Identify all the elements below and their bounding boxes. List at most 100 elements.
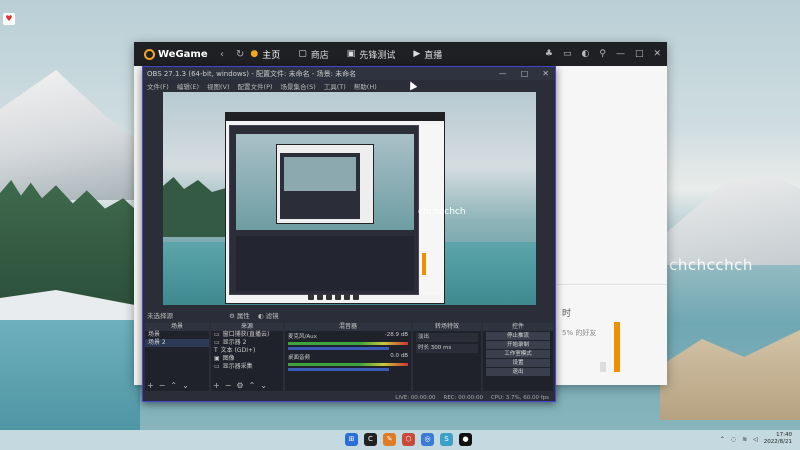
menu-file[interactable]: 文件(F) (147, 81, 169, 91)
duration-field[interactable]: 时长 300 ms (416, 344, 478, 353)
nested-titlebar (226, 113, 444, 121)
image-icon: ▣ (214, 355, 220, 362)
menu-edit[interactable]: 编辑(E) (177, 81, 199, 91)
side-chart-bar-gray (600, 362, 606, 372)
wifi-icon[interactable]: ≋ (742, 436, 747, 443)
transitions-header: 转场特效 (413, 323, 481, 331)
desktop-wallpaper-mountain-right (660, 175, 800, 265)
side-stat-sub: 5% 的好友 (562, 329, 597, 337)
stop-streaming-button[interactable]: 停止推流 (486, 332, 550, 340)
mixer-channel-name: 麦克风/Aux (288, 334, 317, 340)
editor-taskbar-icon[interactable]: ✎ (383, 433, 396, 446)
volume-slider[interactable] (288, 368, 389, 371)
side-stat-title: 时 (562, 309, 572, 319)
source-item[interactable]: ▭ 显示器采集 (211, 363, 283, 371)
s-app-taskbar-icon[interactable]: S (440, 433, 453, 446)
obs-window: OBS 27.1.3 (64-bit, windows) - 配置文件: 未命名… (142, 66, 556, 402)
volume-meter (288, 363, 408, 366)
live-icon: ▶ (413, 49, 421, 59)
menu-profile[interactable]: 配置文件(P) (238, 81, 273, 91)
back-icon[interactable]: ‹ (220, 49, 224, 60)
obs-minimize-icon[interactable]: — (499, 69, 507, 78)
browser-taskbar-icon[interactable]: ◎ (421, 433, 434, 446)
tab-pioneer-test[interactable]: ▣ 先锋测试 (347, 42, 396, 66)
source-item[interactable]: ▣ 图像 (211, 355, 283, 363)
pioneer-icon: ▣ (346, 49, 356, 59)
wegame-logo[interactable]: WeGame (144, 48, 214, 60)
clock[interactable]: 17:40 2022/8/21 (764, 432, 792, 446)
source-label: 窗口捕获(直播云) (222, 331, 270, 338)
obs-docks: 场景 场景 场景 2 + − ⌃ ⌄ 来源 ▭ 窗口捕获(直播云) ▭ 显示器 2 T 文本… (145, 323, 553, 391)
gift-icon[interactable]: ♥ (3, 13, 15, 25)
obs-title: OBS 27.1.3 (64-bit, windows) - 配置文件: 未命名… (147, 69, 357, 78)
avatar-icon[interactable]: ◐ (581, 49, 589, 59)
source-item[interactable]: T 文本 (GDI+) (211, 347, 283, 355)
obs-close-icon[interactable]: ✕ (542, 69, 549, 78)
desktop-wallpaper-hills (660, 330, 800, 420)
monitor-icon: ▭ (214, 339, 220, 346)
menu-view[interactable]: 视图(V) (207, 81, 230, 91)
source-label: 图像 (222, 355, 235, 362)
mixer-channel-db: 0.0 dB (390, 353, 408, 359)
mixer-dock: 混音器 麦克风/Aux -28.9 dB 桌面音频 0.0 dB (285, 323, 411, 391)
obs-maximize-icon[interactable]: □ (521, 69, 529, 78)
network-icon[interactable]: ◌ (731, 436, 736, 443)
start-icon[interactable]: ⊞ (345, 433, 358, 446)
preview-taskbar-icon (325, 294, 332, 300)
menu-help[interactable]: 帮助(H) (354, 81, 377, 91)
chevron-up-icon[interactable]: ⌃ (720, 436, 725, 443)
volume-icon[interactable]: ◁ (753, 436, 758, 443)
tab-live[interactable]: ▶ 直播 (413, 42, 442, 66)
start-recording-button[interactable]: 开始录制 (486, 341, 550, 349)
source-item[interactable]: ▭ 显示器 2 (211, 339, 283, 347)
preview-taskbar-icon (316, 294, 323, 300)
menu-tools[interactable]: 工具(T) (324, 81, 346, 91)
gear-icon[interactable]: ⚙ (236, 381, 243, 390)
add-icon[interactable]: + (213, 381, 220, 390)
clock-date: 2022/8/21 (763, 439, 792, 445)
filters-button[interactable]: ◐ 滤镜 (258, 310, 279, 320)
obs-taskbar-icon[interactable]: ● (459, 433, 472, 446)
preview-taskbar-icon (343, 294, 350, 300)
remove-icon[interactable]: − (159, 381, 166, 390)
close-icon[interactable]: ✕ (653, 49, 661, 59)
volume-slider[interactable] (288, 347, 389, 350)
down-icon[interactable]: ⌄ (260, 381, 267, 390)
obs-statusbar: LIVE: 00:00:00 REC: 00:00:00 CPU: 3.7%, … (143, 393, 555, 402)
window-icon: ▭ (214, 331, 220, 338)
maximize-icon[interactable]: □ (635, 49, 644, 59)
exit-button[interactable]: 退出 (486, 368, 550, 376)
menu-scene-collection[interactable]: 场景集合(S) (281, 81, 316, 91)
wegame-taskbar-icon[interactable]: C (364, 433, 377, 446)
game-icon[interactable]: ♣ (545, 49, 553, 59)
tab-home[interactable]: ● 主页 (250, 42, 280, 66)
down-icon[interactable]: ⌄ (182, 381, 189, 390)
obs-preview[interactable]: chchcchch (163, 92, 536, 305)
app-taskbar-icon[interactable]: ⬡ (402, 433, 415, 446)
wegame-right-controls: ♣ ▭ ◐ ⚲ — □ ✕ (545, 42, 661, 66)
scenes-dock: 场景 场景 场景 2 + − ⌃ ⌄ (145, 323, 209, 391)
remove-icon[interactable]: − (225, 381, 232, 390)
tab-store-label: 商店 (310, 50, 329, 61)
preview-taskbar-icon (334, 294, 341, 300)
minimize-icon[interactable]: — (616, 49, 625, 59)
settings-button[interactable]: 设置 (486, 359, 550, 367)
source-label: 显示器 2 (222, 339, 247, 346)
properties-button[interactable]: ⚙ 属性 (229, 310, 250, 320)
nested-docks (236, 236, 414, 291)
add-icon[interactable]: + (147, 381, 154, 390)
sources-footer: + − ⚙ ⌃ ⌄ (213, 381, 267, 390)
desktop-wallpaper-lake (0, 320, 140, 430)
source-item[interactable]: ▭ 窗口捕获(直播云) (211, 331, 283, 339)
studio-mode-button[interactable]: 工作室模式 (486, 350, 550, 358)
controls-header: 控件 (483, 323, 553, 331)
tab-store[interactable]: ▢ 商店 (298, 42, 329, 66)
scene-item[interactable]: 场景 2 (145, 339, 209, 347)
settings-icon[interactable]: ⚲ (599, 49, 606, 59)
refresh-icon[interactable]: ↻ (236, 49, 244, 60)
up-icon[interactable]: ⌃ (249, 381, 256, 390)
scene-item[interactable]: 场景 (145, 331, 209, 339)
up-icon[interactable]: ⌃ (170, 381, 177, 390)
message-icon[interactable]: ▭ (563, 49, 572, 59)
transition-select[interactable]: 淡出 (416, 333, 478, 342)
